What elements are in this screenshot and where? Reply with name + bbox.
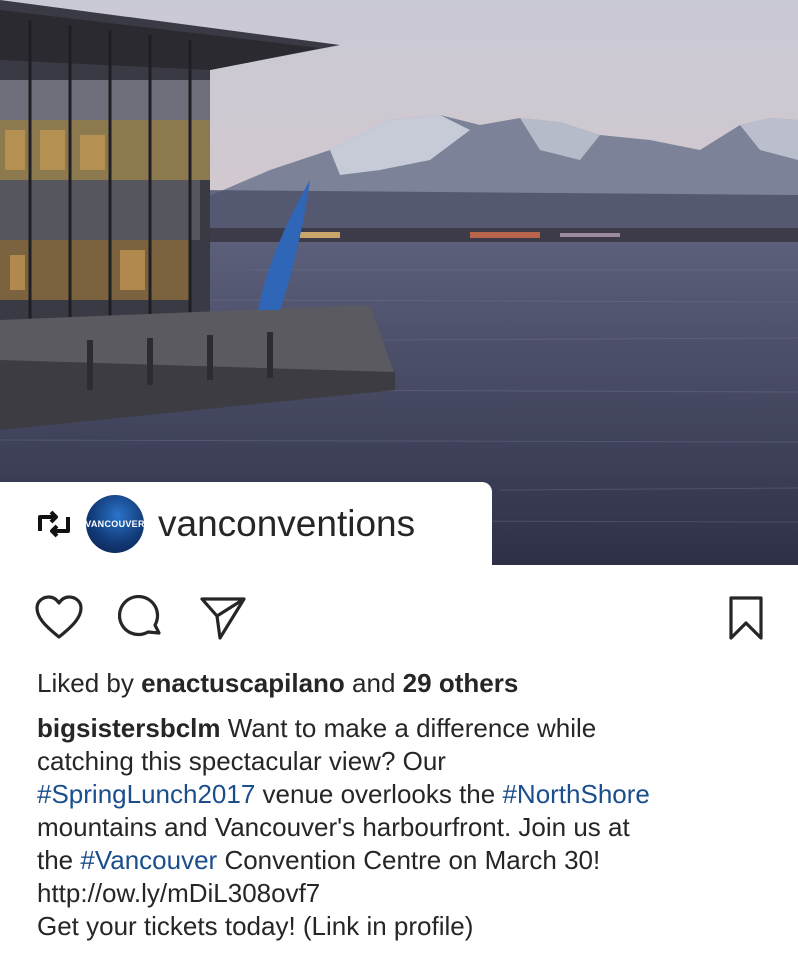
post-caption: bigsistersbclm Want to make a difference… bbox=[37, 712, 777, 943]
caption-line-4: mountains and Vancouver's harbourfront. … bbox=[37, 812, 630, 842]
avatar[interactable]: VANCOUVER bbox=[86, 494, 144, 553]
hashtag-vancouver[interactable]: #Vancouver bbox=[80, 845, 217, 875]
bookmark-icon[interactable] bbox=[728, 595, 764, 641]
caption-text-5b: Convention Centre on March 30! bbox=[217, 845, 601, 875]
post-photo[interactable]: VANCOUVER vanconventions bbox=[0, 0, 798, 565]
caption-line-2: catching this spectacular view? Our bbox=[37, 746, 446, 776]
caption-username[interactable]: bigsistersbclm bbox=[37, 713, 221, 743]
caption-text-5a: the bbox=[37, 845, 81, 875]
share-icon[interactable] bbox=[198, 595, 248, 641]
caption-line-5: the #Vancouver Convention Centre on Marc… bbox=[37, 844, 777, 877]
likes-summary[interactable]: Liked by enactuscapilano and 29 others bbox=[37, 668, 518, 699]
hashtag-springlunch[interactable]: #SpringLunch2017 bbox=[37, 779, 255, 809]
likes-others[interactable]: 29 others bbox=[403, 668, 519, 698]
comment-icon[interactable] bbox=[118, 595, 164, 641]
likes-middle: and bbox=[352, 668, 396, 698]
hashtag-northshore[interactable]: #NorthShore bbox=[502, 779, 649, 809]
action-bar bbox=[0, 565, 798, 675]
caption-line-1: bigsistersbclm Want to make a difference… bbox=[37, 712, 777, 745]
repost-icon bbox=[38, 510, 70, 537]
caption-text-3: venue overlooks the bbox=[255, 779, 503, 809]
repost-badge: VANCOUVER vanconventions bbox=[0, 482, 492, 565]
caption-link[interactable]: http://ow.ly/mDiL308ovf7 bbox=[37, 877, 777, 910]
caption-line-7: Get your tickets today! (Link in profile… bbox=[37, 911, 474, 941]
likes-prefix: Liked by bbox=[37, 668, 134, 698]
caption-text-1: Want to make a difference while bbox=[220, 713, 597, 743]
avatar-text: VANCOUVER bbox=[86, 518, 144, 529]
repost-username[interactable]: vanconventions bbox=[158, 503, 415, 545]
harbour-scene bbox=[0, 0, 798, 565]
heart-icon[interactable] bbox=[34, 595, 84, 641]
likes-user[interactable]: enactuscapilano bbox=[141, 668, 345, 698]
caption-line-3: #SpringLunch2017 venue overlooks the #No… bbox=[37, 778, 777, 811]
